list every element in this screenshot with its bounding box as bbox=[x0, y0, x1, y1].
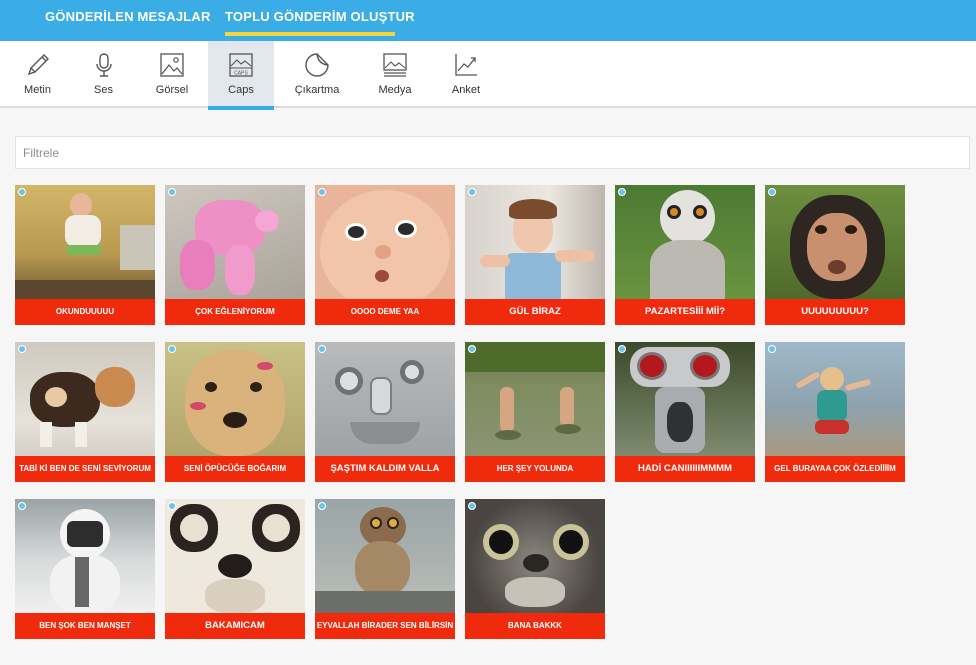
caps-image bbox=[765, 342, 905, 456]
tool-media[interactable]: Medya bbox=[366, 41, 424, 108]
caps-card[interactable]: HADİ CANIIIIIIMMMM bbox=[615, 342, 755, 482]
active-tab-indicator bbox=[225, 32, 395, 36]
caps-image bbox=[165, 499, 305, 613]
caps-card[interactable]: UUUUUUUUU? bbox=[765, 185, 905, 325]
caps-image bbox=[615, 342, 755, 456]
caps-badge-icon bbox=[768, 345, 776, 353]
sticker-icon bbox=[305, 53, 329, 77]
tool-label: Metin bbox=[24, 84, 51, 96]
caps-caption: GÜL BİRAZ bbox=[465, 299, 605, 325]
caps-badge-icon bbox=[618, 345, 626, 353]
svg-text:CAPS: CAPS bbox=[234, 71, 248, 77]
caps-card[interactable]: TABİ Kİ BEN DE SENİ SEVİYORUM bbox=[15, 342, 155, 482]
caps-badge-icon bbox=[168, 188, 176, 196]
caps-image bbox=[615, 185, 755, 300]
caps-card[interactable]: GEL BURAYAA ÇOK ÖZLEDİİİİM bbox=[765, 342, 905, 482]
caps-badge-icon bbox=[18, 345, 26, 353]
tab-create-bulk-send[interactable]: TOPLU GÖNDERİM OLUŞTUR bbox=[225, 9, 415, 24]
tool-sticker[interactable]: Çıkartma bbox=[286, 41, 348, 108]
media-icon bbox=[383, 53, 407, 77]
caps-caption: HER ŞEY YOLUNDA bbox=[465, 456, 605, 482]
tab-sent-messages[interactable]: GÖNDERİLEN MESAJLAR bbox=[45, 9, 211, 24]
caps-caption: GEL BURAYAA ÇOK ÖZLEDİİİİM bbox=[765, 456, 905, 482]
caps-caption: EYVALLAH BİRADER SEN BİLİRSİN bbox=[315, 613, 455, 639]
caps-badge-icon bbox=[318, 188, 326, 196]
caps-image bbox=[465, 185, 605, 299]
tool-label: Ses bbox=[94, 84, 113, 96]
caps-card[interactable]: ÇOK EĞLENİYORUM bbox=[165, 185, 305, 325]
tool-text[interactable]: Metin bbox=[0, 41, 75, 108]
caps-caption: BEN ŞOK BEN MANŞET bbox=[15, 613, 155, 639]
caps-caption: UUUUUUUUU? bbox=[765, 299, 905, 325]
caps-card[interactable]: EYVALLAH BİRADER SEN BİLİRSİN bbox=[315, 499, 455, 639]
tool-audio[interactable]: Ses bbox=[75, 41, 132, 108]
caps-card[interactable]: BAKAMICAM bbox=[165, 499, 305, 639]
caps-card[interactable]: BEN ŞOK BEN MANŞET bbox=[15, 499, 155, 639]
tool-label: Anket bbox=[451, 84, 481, 96]
caps-card[interactable]: PAZARTESİİİ Mİİ? bbox=[615, 185, 755, 325]
caps-card[interactable]: ŞAŞTIM KALDIM VALLA bbox=[315, 342, 455, 482]
caps-card[interactable]: GÜL BİRAZ bbox=[465, 185, 605, 325]
image-icon bbox=[160, 53, 184, 77]
tool-poll[interactable]: Anket bbox=[440, 41, 492, 108]
caps-image bbox=[465, 342, 605, 456]
caps-caption: OOOO DEME YAA bbox=[315, 299, 455, 325]
caps-badge-icon bbox=[468, 345, 476, 353]
caps-caption: HADİ CANIIIIIIMMMM bbox=[615, 456, 755, 482]
filter-input[interactable] bbox=[15, 136, 970, 169]
chart-icon bbox=[455, 54, 477, 76]
top-navigation-bar: GÖNDERİLEN MESAJLAR TOPLU GÖNDERİM OLUŞT… bbox=[0, 0, 976, 41]
pencil-icon bbox=[27, 54, 49, 76]
caps-image bbox=[765, 185, 905, 299]
caps-badge-icon bbox=[618, 188, 626, 196]
caps-badge-icon bbox=[318, 502, 326, 510]
caps-caption: ŞAŞTIM KALDIM VALLA bbox=[315, 456, 455, 482]
message-type-toolbar: Metin Ses Görsel CAPS Caps Çıkartma Medy… bbox=[0, 41, 976, 110]
caps-image bbox=[315, 185, 455, 310]
caps-caption: PAZARTESİİİ Mİİ? bbox=[615, 299, 755, 325]
tool-label: Caps bbox=[228, 84, 254, 96]
microphone-icon bbox=[95, 53, 112, 77]
caps-caption: TABİ Kİ BEN DE SENİ SEVİYORUM bbox=[15, 456, 155, 482]
caps-caption: ÇOK EĞLENİYORUM bbox=[165, 299, 305, 325]
caps-image bbox=[165, 342, 305, 456]
caps-badge-icon bbox=[18, 502, 26, 510]
caps-card[interactable]: SENİ ÖPÜCÜĞE BOĞARIM bbox=[165, 342, 305, 482]
caps-caption: BANA BAKKK bbox=[465, 613, 605, 639]
tool-label: Medya bbox=[378, 84, 412, 96]
tool-caps[interactable]: CAPS Caps bbox=[208, 41, 274, 110]
caps-image bbox=[165, 185, 305, 299]
caps-image bbox=[15, 499, 155, 614]
caps-badge-icon bbox=[18, 188, 26, 196]
caps-caption: SENİ ÖPÜCÜĞE BOĞARIM bbox=[165, 456, 305, 482]
caps-image bbox=[15, 185, 155, 299]
caps-badge-icon bbox=[468, 502, 476, 510]
tool-label: Çıkartma bbox=[294, 84, 340, 96]
tool-label: Görsel bbox=[155, 84, 189, 96]
caps-image bbox=[15, 342, 155, 456]
caps-image bbox=[315, 342, 455, 456]
caps-caption: OKUNDUUUUU bbox=[15, 299, 155, 325]
caps-image bbox=[465, 499, 605, 613]
caps-card[interactable]: HER ŞEY YOLUNDA bbox=[465, 342, 605, 482]
caps-icon: CAPS bbox=[229, 53, 253, 77]
caps-badge-icon bbox=[168, 345, 176, 353]
caps-image bbox=[315, 499, 455, 613]
caps-card[interactable]: BANA BAKKK bbox=[465, 499, 605, 639]
caps-badge-icon bbox=[468, 188, 476, 196]
tool-image[interactable]: Görsel bbox=[138, 41, 206, 108]
caps-caption: BAKAMICAM bbox=[165, 613, 305, 639]
caps-card[interactable]: OOOO DEME YAA bbox=[315, 185, 455, 325]
caps-card[interactable]: OKUNDUUUUU bbox=[15, 185, 155, 325]
caps-badge-icon bbox=[168, 502, 176, 510]
caps-badge-icon bbox=[768, 188, 776, 196]
caps-badge-icon bbox=[318, 345, 326, 353]
